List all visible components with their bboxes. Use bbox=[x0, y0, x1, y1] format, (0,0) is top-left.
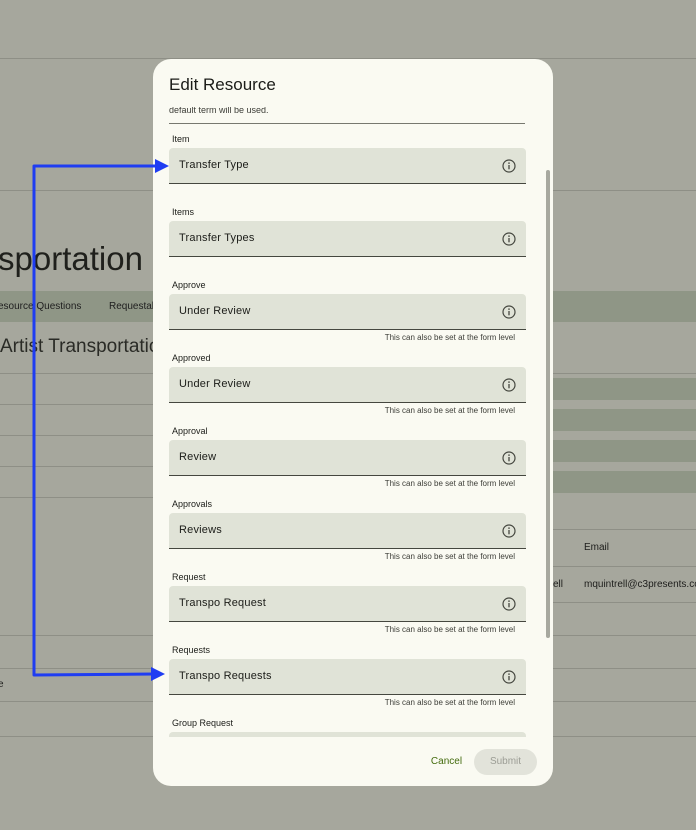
placeholder-bar bbox=[553, 409, 696, 431]
field-label: Approved bbox=[172, 353, 211, 363]
text-field[interactable]: Transpo Requests bbox=[169, 659, 526, 695]
field-helper-text: This can also be set at the form level bbox=[384, 333, 515, 342]
cancel-button[interactable]: Cancel bbox=[424, 752, 469, 772]
field-label: Items bbox=[172, 207, 195, 217]
info-icon[interactable] bbox=[502, 305, 516, 319]
text-field[interactable]: Transfer Type bbox=[169, 148, 526, 184]
text-field[interactable]: Transfer Types bbox=[169, 221, 526, 257]
field-helper-text: This can also be set at the form level bbox=[384, 698, 515, 707]
placeholder-bar bbox=[553, 471, 696, 493]
field-helper-text: This can also be set at the form level bbox=[384, 479, 515, 488]
field-underline bbox=[169, 123, 525, 124]
tab-resource-questions[interactable]: esource Questions bbox=[0, 301, 81, 312]
placeholder-bar bbox=[553, 378, 696, 400]
divider bbox=[0, 466, 153, 467]
row-fragment: e bbox=[0, 679, 4, 690]
field-helper-text: This can also be set at the form level bbox=[384, 625, 515, 634]
submit-button[interactable]: Submit bbox=[474, 749, 537, 775]
scrollbar[interactable] bbox=[546, 170, 550, 638]
field-value[interactable]: Under Review bbox=[179, 378, 250, 390]
divider bbox=[0, 404, 153, 405]
text-field[interactable]: Reviews bbox=[169, 513, 526, 549]
field-value[interactable]: Reviews bbox=[179, 524, 222, 536]
text-field[interactable]: Under Review bbox=[169, 367, 526, 403]
dialog-title: Edit Resource bbox=[169, 75, 276, 94]
field-helper-text: This can also be set at the form level bbox=[384, 406, 515, 415]
info-icon[interactable] bbox=[502, 451, 516, 465]
section-title: Artist Transportatio bbox=[0, 336, 160, 357]
field-label: Requests bbox=[172, 645, 211, 655]
helper-text-cut: default term will be used. bbox=[169, 107, 269, 115]
field-value[interactable]: Transfer Types bbox=[179, 232, 255, 244]
dialog-scroll-area[interactable]: default term will be used. Item Transfer … bbox=[153, 107, 553, 737]
text-field[interactable]: Under Review bbox=[169, 294, 526, 330]
field-value[interactable]: Transpo Request bbox=[179, 597, 266, 609]
info-icon[interactable] bbox=[502, 524, 516, 538]
field-label: Approval bbox=[172, 426, 208, 436]
tab-requestable[interactable]: Requestab bbox=[109, 301, 157, 312]
edit-resource-dialog: Edit Resource default term will be used.… bbox=[153, 59, 553, 786]
field-label: Group Request bbox=[172, 718, 234, 728]
text-field[interactable] bbox=[169, 732, 526, 737]
field-label: Approve bbox=[172, 280, 206, 290]
divider bbox=[0, 497, 153, 498]
field-label: Approvals bbox=[172, 499, 213, 509]
info-icon[interactable] bbox=[502, 378, 516, 392]
divider bbox=[0, 435, 153, 436]
divider bbox=[553, 566, 696, 567]
field-label: Item bbox=[172, 134, 190, 144]
field-helper-text: This can also be set at the form level bbox=[384, 552, 515, 561]
field-value[interactable]: Under Review bbox=[179, 305, 250, 317]
divider bbox=[553, 529, 696, 530]
divider bbox=[553, 602, 696, 603]
page-title: sportation bbox=[0, 240, 143, 277]
field-value[interactable]: Transpo Requests bbox=[179, 670, 272, 682]
table-cell-email: mquintrell@c3presents.co bbox=[584, 579, 696, 590]
field-label: Request bbox=[172, 572, 206, 582]
placeholder-bar bbox=[553, 440, 696, 462]
info-icon[interactable] bbox=[502, 159, 516, 173]
info-icon[interactable] bbox=[502, 232, 516, 246]
table-cell: ell bbox=[553, 579, 564, 590]
info-icon[interactable] bbox=[502, 597, 516, 611]
info-icon[interactable] bbox=[502, 670, 516, 684]
field-value[interactable]: Transfer Type bbox=[179, 159, 249, 171]
field-value[interactable]: Review bbox=[179, 451, 216, 463]
text-field[interactable]: Transpo Request bbox=[169, 586, 526, 622]
text-field[interactable]: Review bbox=[169, 440, 526, 476]
table-header-email: Email bbox=[584, 542, 610, 553]
